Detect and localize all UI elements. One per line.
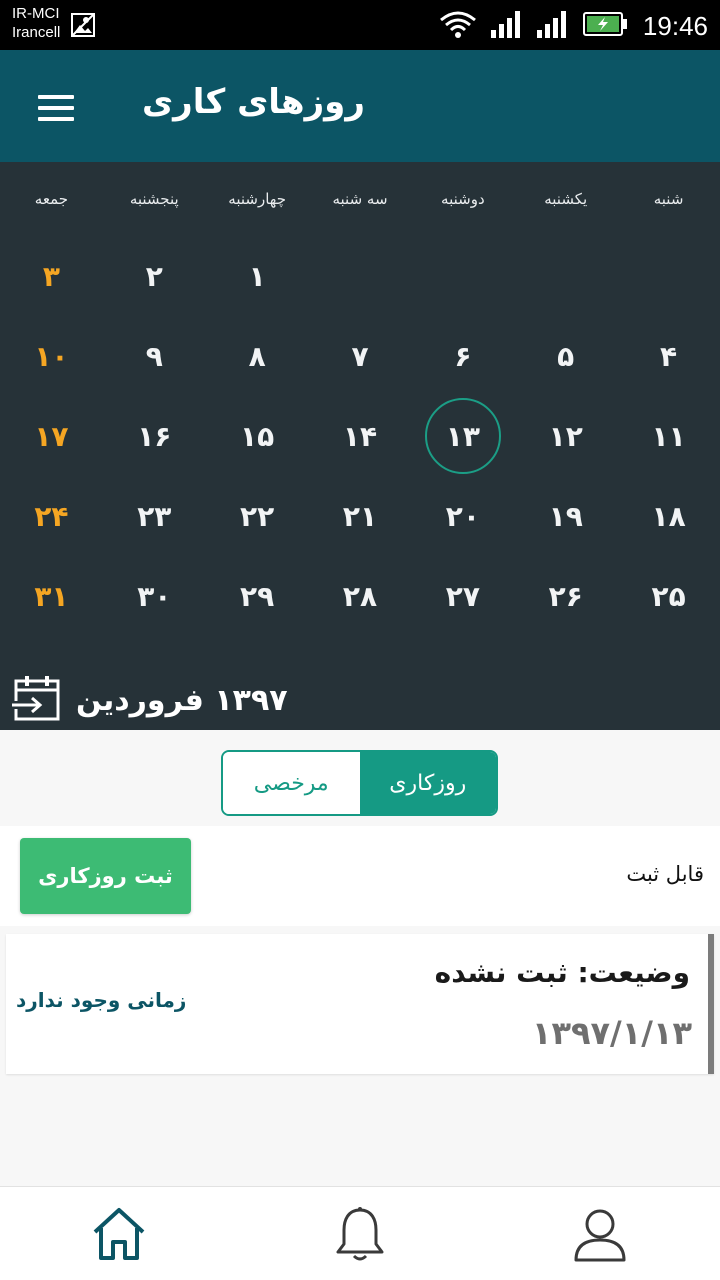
- calendar-day[interactable]: ۴: [617, 316, 720, 396]
- calendar-day[interactable]: ۱۰: [0, 316, 103, 396]
- month-label: ۱۳۹۷ فروردین: [76, 682, 288, 718]
- calendar-day[interactable]: ۵: [514, 316, 617, 396]
- status-bar: IR-MCI Irancell 19:46: [0, 0, 720, 50]
- clock: 19:46: [642, 10, 708, 41]
- battery-charging-icon: [582, 11, 629, 41]
- calendar-day[interactable]: ۲۸: [309, 556, 412, 636]
- calendar-day[interactable]: ۳۱: [0, 556, 103, 636]
- calendar-day[interactable]: ۹: [103, 316, 206, 396]
- calendar-day[interactable]: ۱: [206, 236, 309, 316]
- calendar-day[interactable]: ۲۴: [0, 476, 103, 556]
- calendar-day[interactable]: ۱۵: [206, 396, 309, 476]
- app-bar: روزهای کاری: [0, 50, 720, 162]
- calendar-day[interactable]: ۲۵: [617, 556, 720, 636]
- calendar-day-selected[interactable]: ۱۳: [411, 396, 514, 476]
- weekday-label: سه شنبه: [332, 190, 388, 208]
- submit-workday-button[interactable]: ثبت روزکاری: [20, 838, 191, 914]
- wifi-icon: [439, 10, 477, 42]
- weekday-label: شنبه: [653, 190, 684, 208]
- days-grid: ۱ ۲ ۳ ۴ ۵ ۶ ۷ ۸ ۹ ۱۰ ۱۱ ۱۲ ۱۳ ۱۴ ۱۵ ۱۶ ۱۷ ۱۸ ۱۹ ۲۰ ۲۱ ۲۲ ۲۳ ۲۴ ۲…: [0, 236, 720, 636]
- home-icon[interactable]: [84, 1199, 154, 1269]
- status-icons: 19:46: [439, 10, 708, 42]
- carrier-line1: IR-MCI: [12, 5, 60, 22]
- calendar-day[interactable]: ۲۰: [411, 476, 514, 556]
- weekday-label: دوشنبه: [441, 190, 485, 208]
- weekday-label: یکشنبه: [544, 190, 588, 208]
- registrable-label: قابل ثبت: [626, 862, 704, 886]
- weekday-label: پنجشنبه: [129, 190, 179, 208]
- tab-leave[interactable]: مرخصی: [223, 752, 360, 814]
- calendar-day[interactable]: ۲۷: [411, 556, 514, 636]
- calendar-day[interactable]: ۲۲: [206, 476, 309, 556]
- month-header: ۱۳۹۷ فروردین: [12, 674, 288, 726]
- calendar-day[interactable]: ۱۶: [103, 396, 206, 476]
- weekday-header: شنبه یکشنبه دوشنبه سه شنبه چهارشنبه پنجش…: [0, 190, 720, 214]
- calendar-day[interactable]: ۱۲: [514, 396, 617, 476]
- calendar-day[interactable]: ۳: [0, 236, 103, 316]
- menu-icon[interactable]: [30, 88, 82, 128]
- action-row: ثبت روزکاری قابل ثبت: [0, 826, 720, 926]
- calendar-day[interactable]: ۷: [309, 316, 412, 396]
- calendar-day[interactable]: ۸: [206, 316, 309, 396]
- page-title: روزهای کاری: [142, 82, 365, 122]
- calendar-day[interactable]: ۶: [411, 316, 514, 396]
- calendar-day[interactable]: ۲۳: [103, 476, 206, 556]
- calendar: شنبه یکشنبه دوشنبه سه شنبه چهارشنبه پنجش…: [0, 162, 720, 730]
- bottom-nav: [0, 1186, 720, 1280]
- weekday-label: جمعه: [34, 190, 69, 208]
- carrier: IR-MCI Irancell: [12, 4, 60, 42]
- signal-icon: [490, 10, 523, 42]
- no-time-text: زمانی وجود ندارد: [16, 988, 187, 1012]
- calendar-day[interactable]: ۱۹: [514, 476, 617, 556]
- calendar-day[interactable]: ۳۰: [103, 556, 206, 636]
- carrier-line2: Irancell: [12, 24, 61, 41]
- profile-icon[interactable]: [565, 1199, 635, 1269]
- signal-icon: [536, 10, 569, 42]
- calendar-day[interactable]: ۲۱: [309, 476, 412, 556]
- calendar-day[interactable]: ۱۷: [0, 396, 103, 476]
- calendar-day[interactable]: ۲۶: [514, 556, 617, 636]
- segmented-tabs: مرخصی روزکاری: [221, 750, 498, 816]
- weekday-label: چهارشنبه: [228, 190, 286, 208]
- status-card: وضیعت: ثبت نشده ۱۳۹۷/۱/۱۳ زمانی وجود ندا…: [6, 934, 714, 1074]
- image-icon: [70, 12, 96, 42]
- calendar-day[interactable]: ۱۱: [617, 396, 720, 476]
- status-date: ۱۳۹۷/۱/۱۳: [531, 1014, 692, 1052]
- bell-icon[interactable]: [325, 1199, 395, 1269]
- calendar-day[interactable]: ۲۹: [206, 556, 309, 636]
- calendar-day[interactable]: ۱۸: [617, 476, 720, 556]
- tab-workday[interactable]: روزکاری: [359, 752, 496, 814]
- calendar-export-icon[interactable]: [12, 673, 62, 727]
- status-text: وضیعت: ثبت نشده: [434, 956, 690, 989]
- calendar-day[interactable]: ۱۴: [309, 396, 412, 476]
- calendar-day[interactable]: ۲: [103, 236, 206, 316]
